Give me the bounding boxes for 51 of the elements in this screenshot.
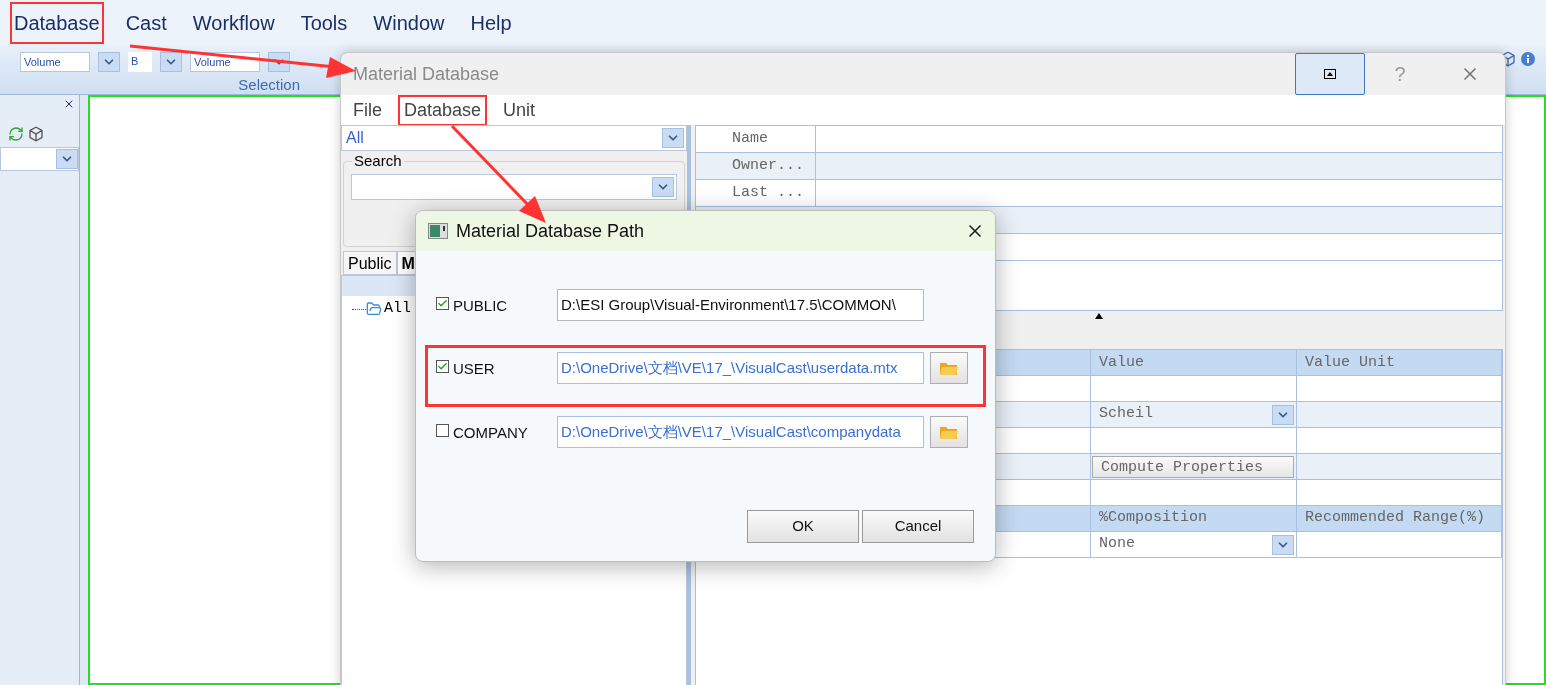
- folder-icon: [939, 424, 959, 440]
- window-icon: [428, 223, 448, 239]
- checkbox-label: PUBLIC: [453, 296, 509, 316]
- compute-button[interactable]: Compute Properties: [1092, 455, 1294, 478]
- group-label: Selection: [238, 75, 300, 95]
- checkbox[interactable]: [436, 360, 449, 373]
- folder-icon: [366, 301, 382, 318]
- menu-item[interactable]: Cast: [121, 1, 171, 44]
- menu-item[interactable]: File: [347, 94, 388, 126]
- menu-item[interactable]: Database: [10, 1, 104, 44]
- value-dropdown[interactable]: None: [1091, 533, 1296, 556]
- menu-item[interactable]: Unit: [497, 94, 542, 126]
- restore-button[interactable]: [1295, 53, 1365, 95]
- browse-button[interactable]: [930, 416, 968, 448]
- browse-button[interactable]: [930, 352, 968, 384]
- dialog-button[interactable]: Cancel: [862, 510, 974, 543]
- menu-item[interactable]: Help: [466, 1, 516, 44]
- window-icon: [1324, 69, 1336, 79]
- checkbox-label: USER: [453, 359, 496, 379]
- path-field[interactable]: D:\OneDrive\文档\VE\17_\VisualCast\companydata: [557, 416, 924, 448]
- column-header: %Composition: [1098, 508, 1208, 529]
- splitter-arrow-icon[interactable]: [1095, 313, 1103, 319]
- path-field[interactable]: D:\ESI Group\Visual-Environment\17.5\COMMON\: [557, 289, 924, 321]
- search-field[interactable]: [351, 174, 677, 200]
- property-label: Owner...: [696, 153, 816, 179]
- tab[interactable]: Public: [343, 251, 397, 275]
- window-title: Material Database: [353, 62, 501, 86]
- style-field[interactable]: B: [128, 52, 152, 72]
- checkbox[interactable]: [436, 297, 449, 310]
- menu-item[interactable]: Workflow: [188, 1, 279, 44]
- column-header: Value: [1091, 350, 1297, 375]
- info-icon[interactable]: [1520, 51, 1536, 67]
- volume-field[interactable]: Volume: [20, 52, 90, 72]
- folder-icon: [939, 360, 959, 376]
- column-header: Value Unit: [1297, 350, 1502, 375]
- search-label: Search: [352, 153, 404, 169]
- checkbox[interactable]: [436, 424, 449, 437]
- refresh-icon[interactable]: [8, 126, 24, 142]
- column-header: Recommended Range(%): [1304, 508, 1486, 529]
- dialog-title: Material Database Path: [456, 219, 646, 243]
- path-field[interactable]: D:\OneDrive\文档\VE\17_\VisualCast\userdata.mtx: [557, 352, 924, 384]
- checkbox-label: COMPANY: [453, 423, 529, 443]
- close-icon[interactable]: [63, 98, 75, 110]
- tree-item[interactable]: All: [384, 298, 411, 321]
- property-label: Last ...: [696, 180, 816, 206]
- dialog-button[interactable]: OK: [747, 510, 859, 543]
- filter-dropdown[interactable]: All: [341, 125, 687, 151]
- menu-item[interactable]: Tools: [296, 1, 352, 44]
- cube-icon[interactable]: [28, 126, 44, 142]
- menu-item[interactable]: Window: [369, 1, 449, 44]
- property-label: Name: [696, 126, 816, 152]
